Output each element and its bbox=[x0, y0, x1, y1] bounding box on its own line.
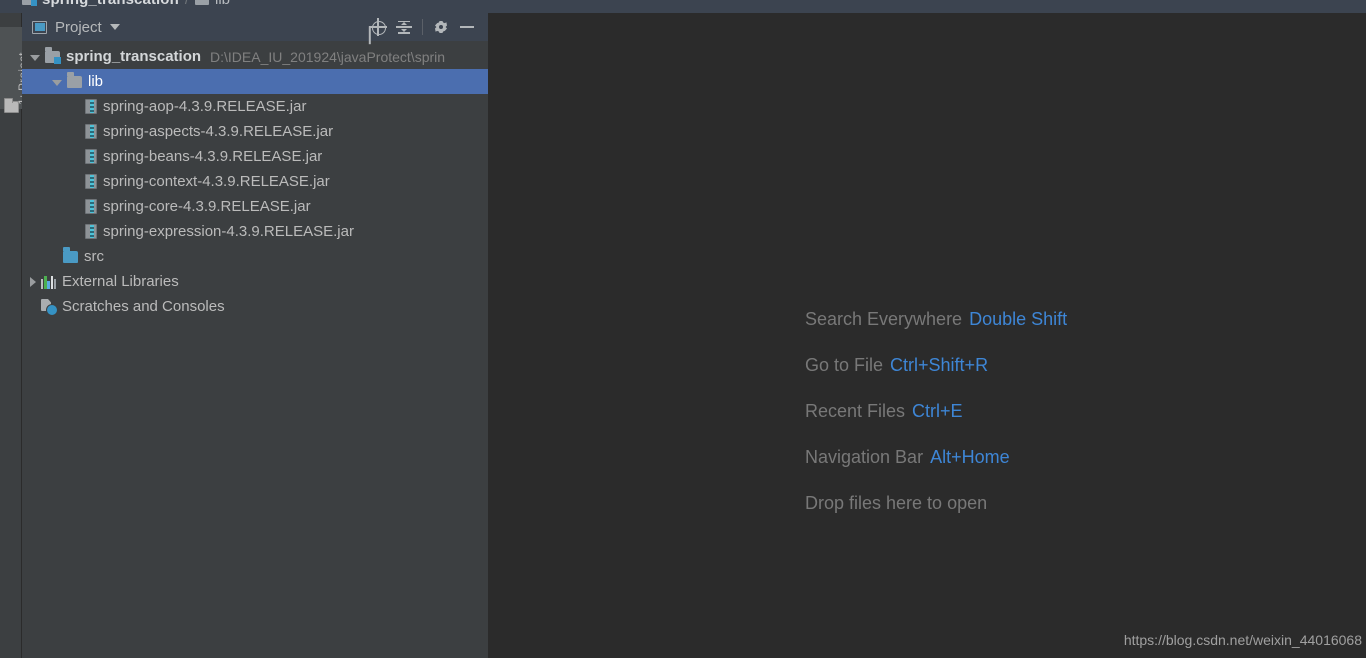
scratches-icon bbox=[41, 299, 58, 316]
breadcrumb: spring_transcation / lib bbox=[0, 0, 1366, 13]
collapse-all-button[interactable] bbox=[391, 14, 417, 40]
settings-button[interactable] bbox=[428, 14, 454, 40]
jar-icon bbox=[85, 99, 97, 114]
project-tool-window: Project spring_transcation D:\IDEA_IU_20… bbox=[22, 13, 489, 658]
editor-hint: Recent Files Ctrl+E bbox=[805, 401, 1067, 422]
tree-row-label: src bbox=[84, 248, 104, 265]
tree-row-label: spring-aspects-4.3.9.RELEASE.jar bbox=[103, 123, 334, 140]
jar-icon bbox=[85, 174, 97, 189]
folder-icon bbox=[67, 72, 82, 88]
folder-icon bbox=[195, 0, 210, 5]
tree-row[interactable]: spring-context-4.3.9.RELEASE.jar bbox=[22, 169, 488, 194]
tree-row-label: spring-core-4.3.9.RELEASE.jar bbox=[103, 198, 311, 215]
tree-row-label: spring-aop-4.3.9.RELEASE.jar bbox=[103, 98, 307, 115]
editor-hints: Search Everywhere Double Shift Go to File C… bbox=[805, 309, 1067, 514]
watermark: https://blog.csdn.net/weixin_44016068 bbox=[1123, 632, 1362, 648]
tree-row[interactable]: spring-core-4.3.9.RELEASE.jar bbox=[22, 194, 488, 219]
gear-icon bbox=[433, 19, 449, 35]
editor-hint-label: Recent Files bbox=[805, 401, 906, 421]
tree-row-label: spring-context-4.3.9.RELEASE.jar bbox=[103, 173, 330, 190]
source-folder-icon bbox=[63, 247, 78, 263]
sidebar-item-project[interactable]: 1: Project bbox=[0, 27, 30, 109]
tree-row[interactable]: Scratches and Consoles bbox=[22, 294, 488, 319]
crosshair-icon bbox=[369, 18, 387, 36]
editor-hint: Search Everywhere Double Shift bbox=[805, 309, 1067, 330]
tree-row[interactable]: spring-expression-4.3.9.RELEASE.jar bbox=[22, 219, 488, 244]
tree-row[interactable]: spring-aspects-4.3.9.RELEASE.jar bbox=[22, 119, 488, 144]
tree-row[interactable]: spring-beans-4.3.9.RELEASE.jar bbox=[22, 144, 488, 169]
project-panel-title: Project bbox=[55, 18, 102, 36]
module-folder-icon bbox=[22, 0, 37, 6]
scroll-from-source-button[interactable] bbox=[365, 14, 391, 40]
editor-empty-area: Search Everywhere Double Shift Go to File C… bbox=[489, 13, 1366, 658]
project-panel-header: Project bbox=[22, 13, 488, 41]
editor-hint-shortcut: Double Shift bbox=[969, 309, 1068, 329]
idea-window: spring_transcation / lib 1: Project Proj… bbox=[0, 0, 1366, 658]
collapse-arrow-icon[interactable] bbox=[30, 54, 40, 61]
collapse-all-icon bbox=[396, 19, 412, 35]
editor-hint: Drop files here to open bbox=[805, 493, 1067, 514]
minimize-icon bbox=[460, 26, 474, 28]
project-tree[interactable]: spring_transcation D:\IDEA_IU_201924\java… bbox=[22, 41, 488, 319]
tree-row[interactable]: src bbox=[22, 244, 488, 269]
editor-hint-shortcut: Ctrl+E bbox=[912, 401, 963, 421]
jar-icon bbox=[85, 199, 97, 214]
tree-row-label: spring-expression-4.3.9.RELEASE.jar bbox=[103, 223, 354, 240]
jar-icon bbox=[85, 124, 97, 139]
chevron-down-icon[interactable] bbox=[109, 24, 120, 30]
editor-hint-shortcut: Alt+Home bbox=[930, 447, 1010, 467]
editor-hint-label: Drop files here to open bbox=[805, 493, 988, 513]
editor-hint: Navigation Bar Alt+Home bbox=[805, 447, 1067, 468]
jar-icon bbox=[85, 224, 97, 239]
editor-hint-shortcut: Ctrl+Shift+R bbox=[890, 355, 989, 375]
toolbar-divider bbox=[422, 19, 423, 35]
libraries-icon bbox=[41, 275, 57, 289]
tree-row-label: spring-beans-4.3.9.RELEASE.jar bbox=[103, 148, 323, 165]
tree-row-label: Scratches and Consoles bbox=[62, 298, 225, 315]
project-panel-actions bbox=[365, 14, 480, 40]
tree-row[interactable]: spring-aop-4.3.9.RELEASE.jar bbox=[22, 94, 488, 119]
editor-hint-label: Go to File bbox=[805, 355, 884, 375]
tree-row[interactable]: spring_transcation D:\IDEA_IU_201924\java… bbox=[22, 44, 488, 69]
tree-row-label: spring_transcation bbox=[66, 48, 202, 65]
tree-row[interactable]: lib bbox=[22, 69, 488, 94]
left-tool-strip: 1: Project bbox=[0, 13, 30, 658]
editor-hint: Go to File Ctrl+Shift+R bbox=[805, 355, 1067, 376]
editor-hint-label: Navigation Bar bbox=[805, 447, 924, 467]
breadcrumb-separator: / bbox=[185, 0, 189, 8]
breadcrumb-current[interactable]: lib bbox=[215, 0, 230, 8]
hide-panel-button[interactable] bbox=[454, 14, 480, 40]
project-view-icon bbox=[32, 20, 47, 34]
module-folder-icon bbox=[45, 47, 61, 64]
collapse-arrow-icon[interactable] bbox=[52, 79, 62, 86]
folder-icon[interactable] bbox=[4, 98, 19, 113]
editor-hint-label: Search Everywhere bbox=[805, 309, 963, 329]
breadcrumb-project[interactable]: spring_transcation bbox=[42, 0, 179, 8]
tree-row[interactable]: External Libraries bbox=[22, 269, 488, 294]
jar-icon bbox=[85, 149, 97, 164]
tree-row-label: External Libraries bbox=[62, 273, 179, 290]
tree-row-path: D:\IDEA_IU_201924\javaProtect\sprin bbox=[210, 48, 446, 65]
expand-arrow-icon[interactable] bbox=[30, 276, 36, 287]
tree-row-label: lib bbox=[88, 73, 104, 90]
